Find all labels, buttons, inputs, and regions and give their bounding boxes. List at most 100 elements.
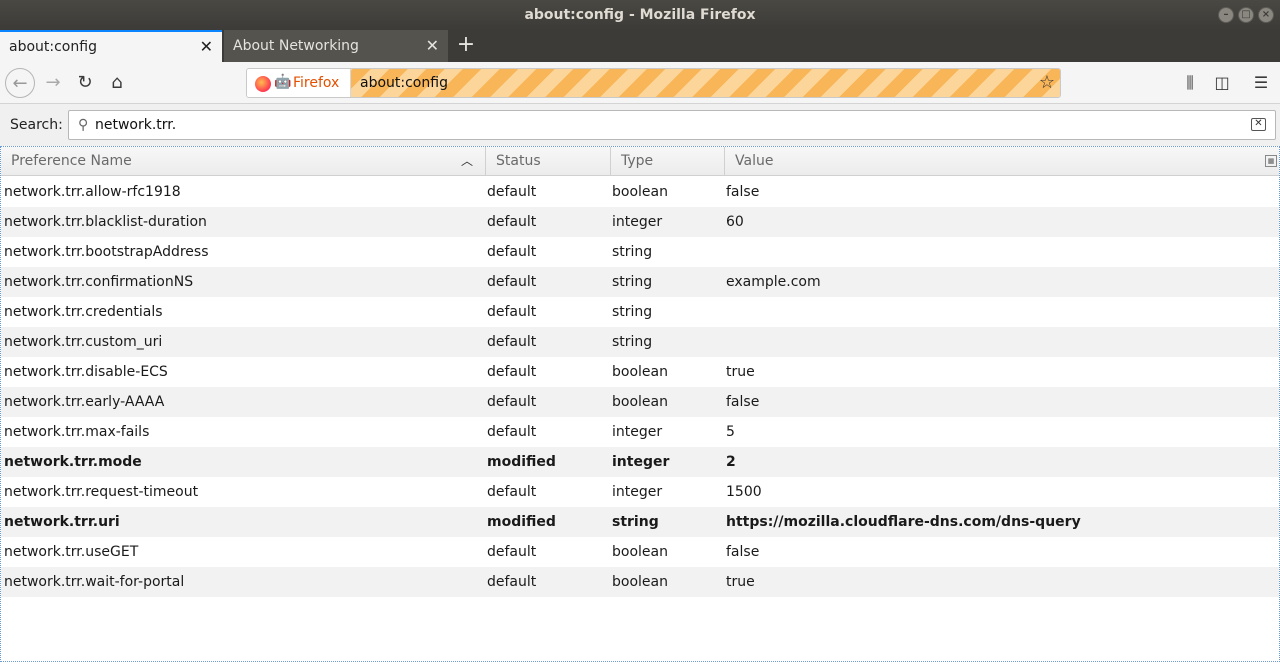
pref-name-cell: network.trr.confirmationNS [4,274,194,290]
table-row[interactable]: network.trr.confirmationNS default string e… [1,267,1279,297]
maximize-window-button[interactable]: □ [1238,7,1254,23]
table-row[interactable]: network.trr.request-timeout default intege… [1,477,1279,507]
sidebar-icon[interactable]: ◫ [1207,68,1237,98]
hamburger-menu-icon[interactable]: ☰ [1246,68,1276,98]
pref-value-cell [726,327,1266,357]
table-row[interactable]: network.trr.max-fails default integer 5 [1,417,1279,447]
pref-status-cell: default [487,244,537,260]
pref-name-cell: network.trr.credentials [4,304,163,320]
table-row[interactable]: network.trr.useGET default boolean false [1,537,1279,567]
tree-rows: network.trr.allow-rfc1918 default boolean f… [1,177,1279,597]
pref-value-cell: 60 [726,214,744,230]
table-row[interactable]: network.trr.blacklist-duration default int… [1,207,1279,237]
pref-name-cell: network.trr.custom_uri [4,334,163,350]
pref-type-cell: integer [612,214,663,230]
star-icon[interactable]: ☆ [1039,69,1055,97]
pref-name-cell: network.trr.allow-rfc1918 [4,184,181,200]
clear-search-icon[interactable]: ✕ [1251,118,1266,131]
pref-status-cell: default [487,544,537,560]
back-arrow-icon[interactable]: ← [5,68,35,98]
pref-status-cell: default [487,274,537,290]
search-input[interactable] [95,114,1235,136]
pref-status-cell: default [487,304,537,320]
table-row[interactable]: network.trr.credentials default string [1,297,1279,327]
tree-header: Preference Name ︿ Status Type Value ▦ [1,147,1279,176]
identity-label: Firefox [293,75,340,91]
pref-name-cell: network.trr.wait-for-portal [4,574,185,590]
pref-value-cell: true [726,574,755,590]
pref-type-cell: string [612,244,653,260]
forward-arrow-icon[interactable]: → [38,68,68,98]
pref-type-cell: integer [612,484,663,500]
tab-about-config[interactable]: about:config ✕ [0,30,222,62]
pref-name-cell: network.trr.early-AAAA [4,394,165,410]
pref-type-cell: boolean [612,394,668,410]
column-header-status[interactable]: Status [485,147,610,176]
pref-value-cell: false [726,544,760,560]
pref-value-cell: https://mozilla.cloudflare-dns.com/dns-q… [726,514,1081,530]
pref-status-cell: default [487,484,537,500]
pref-value-cell: false [726,394,760,410]
column-picker-icon[interactable]: ▦ [1265,155,1277,167]
pref-value-cell: false [726,184,760,200]
pref-type-cell: string [612,304,653,320]
search-box[interactable]: ⚲ ✕ [68,110,1276,140]
tab-about-networking[interactable]: About Networking ✕ [224,30,448,62]
tab-label: about:config [9,39,97,55]
pref-name-cell: network.trr.max-fails [4,424,150,440]
robot-icon: 🤖 [274,74,292,90]
pref-name-cell: network.trr.useGET [4,544,139,560]
search-icon: ⚲ [78,117,89,133]
pref-value-cell: example.com [726,274,821,290]
pref-type-cell: string [612,334,653,350]
table-row[interactable]: network.trr.mode modified integer 2 [1,447,1279,477]
pref-status-cell: modified [487,454,556,470]
search-label: Search: [10,117,63,133]
url-bar[interactable]: 🤖 Firefox about:config ☆ [246,68,1061,98]
pref-type-cell: string [612,514,659,530]
url-text[interactable]: about:config [360,69,448,97]
pref-status-cell: default [487,184,537,200]
preferences-tree[interactable]: Preference Name ︿ Status Type Value ▦ ne… [0,146,1280,662]
pref-name-cell: network.trr.request-timeout [4,484,199,500]
table-row[interactable]: network.trr.early-AAAA default boolean fals… [1,387,1279,417]
table-row[interactable]: network.trr.uri modified string https://moz… [1,507,1279,537]
pref-name-cell: network.trr.disable-ECS [4,364,168,380]
pref-status-cell: modified [487,514,556,530]
pref-name-cell: network.trr.uri [4,514,120,530]
table-row[interactable]: network.trr.custom_uri default string [1,327,1279,357]
library-icon[interactable]: ⫼ [1175,68,1205,98]
pref-type-cell: boolean [612,574,668,590]
pref-status-cell: default [487,424,537,440]
pref-type-cell: boolean [612,184,668,200]
pref-name-cell: network.trr.bootstrapAddress [4,244,209,260]
table-row[interactable]: network.trr.disable-ECS default boolean tru… [1,357,1279,387]
sort-ascending-icon: ︿ [460,154,473,168]
window-titlebar: about:config - Mozilla Firefox – □ × [0,0,1280,30]
column-header-type[interactable]: Type [610,147,724,176]
close-tab-icon[interactable]: ✕ [200,32,213,62]
pref-name-cell: network.trr.blacklist-duration [4,214,207,230]
pref-value-cell: 1500 [726,484,762,500]
close-tab-icon[interactable]: ✕ [426,30,439,62]
pref-type-cell: boolean [612,544,668,560]
search-row: Search: ⚲ ✕ [0,104,1280,146]
table-row[interactable]: network.trr.wait-for-portal default boolea… [1,567,1279,597]
pref-type-cell: boolean [612,364,668,380]
new-tab-button[interactable]: + [456,30,476,62]
column-header-preference-name[interactable]: Preference Name ︿ [1,147,485,176]
reload-icon[interactable]: ↻ [70,68,100,98]
pref-name-cell: network.trr.mode [4,454,142,470]
table-row[interactable]: network.trr.bootstrapAddress default strin… [1,237,1279,267]
home-icon[interactable]: ⌂ [102,68,132,98]
tab-label: About Networking [233,38,359,54]
identity-box[interactable]: 🤖 Firefox [247,69,351,97]
url-field[interactable]: about:config ☆ [351,69,1060,97]
close-window-button[interactable]: × [1258,7,1274,23]
table-row[interactable]: network.trr.allow-rfc1918 default boolean f… [1,177,1279,207]
window-title: about:config - Mozilla Firefox [524,7,756,23]
minimize-window-button[interactable]: – [1218,7,1234,23]
pref-value-cell: 5 [726,424,735,440]
column-header-value[interactable]: Value [724,147,1279,176]
tab-strip: about:config ✕ About Networking ✕ + [0,30,1280,62]
